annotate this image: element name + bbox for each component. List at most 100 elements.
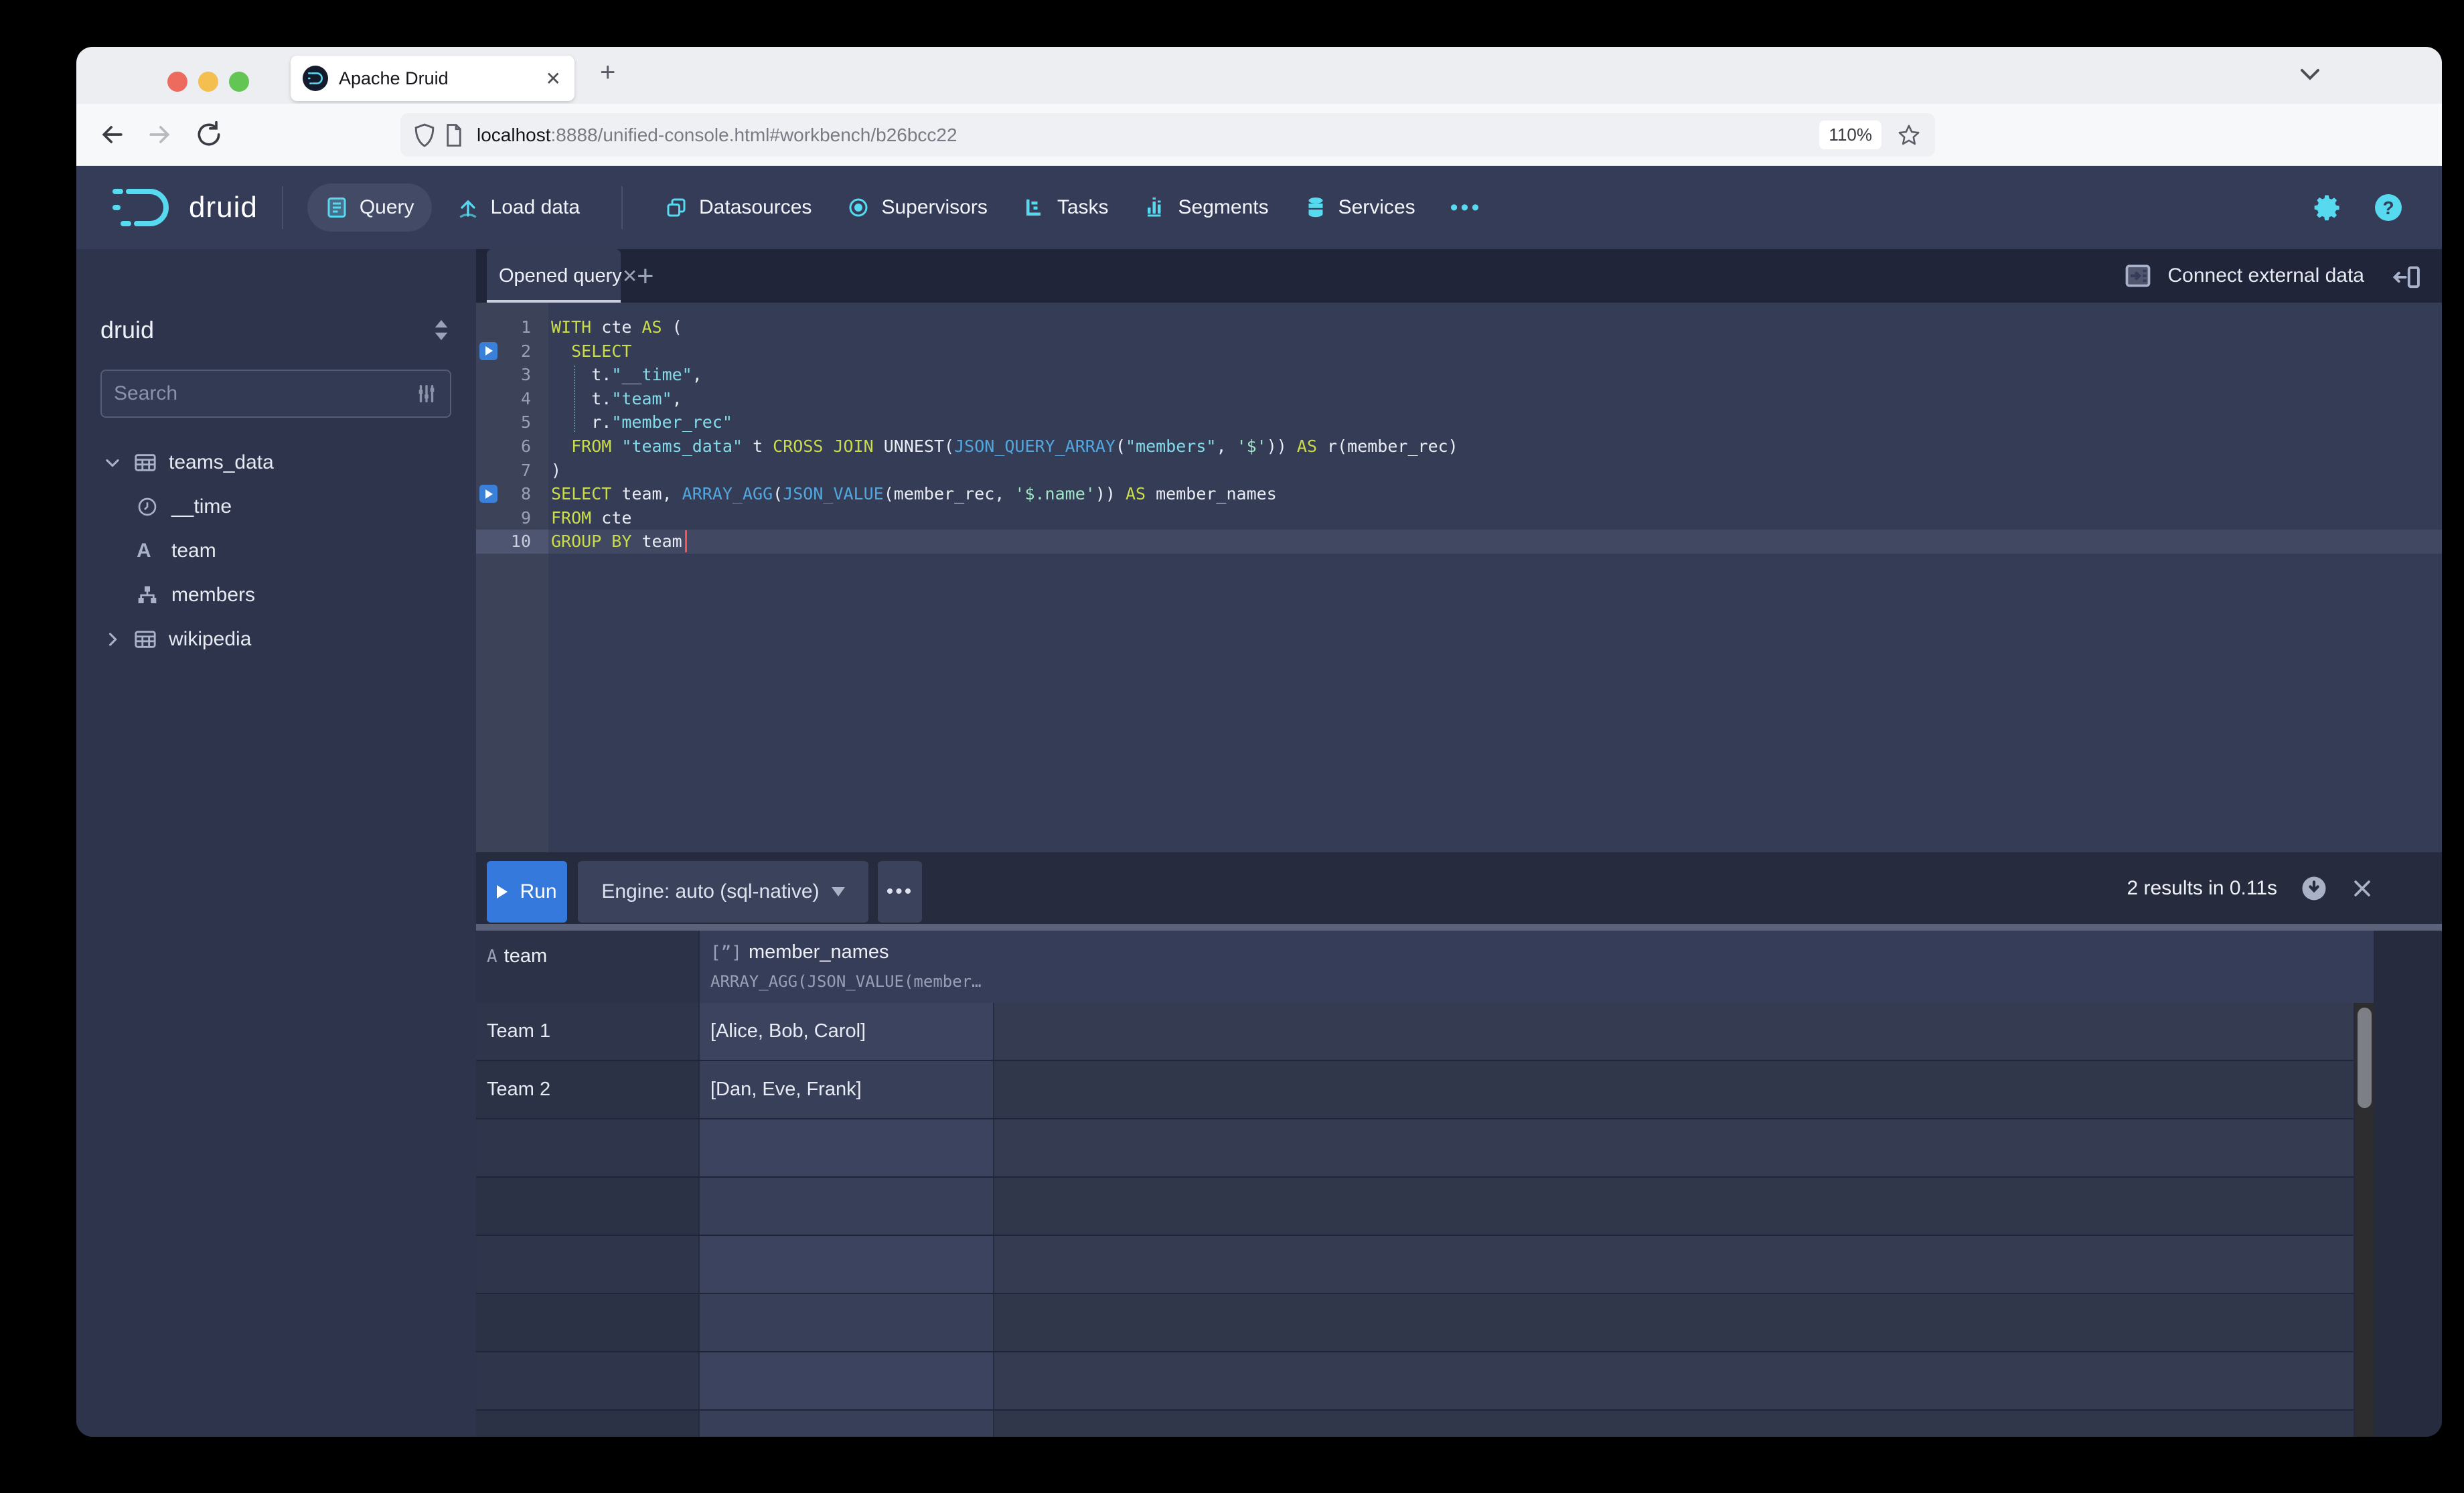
- code-line-10[interactable]: GROUP BY team: [548, 530, 2442, 554]
- nav-item-supervisors[interactable]: Supervisors: [829, 183, 1004, 232]
- column-header-member-names[interactable]: [”] member_names ARRAY_AGG(JSON_VALUE(me…: [700, 931, 994, 1003]
- query-more-button[interactable]: •••: [878, 861, 922, 923]
- results-scrollbar[interactable]: [2356, 1003, 2374, 1437]
- nav-item-segments[interactable]: Segments: [1126, 183, 1286, 232]
- empty-row: [476, 1236, 2354, 1294]
- help-icon[interactable]: ?: [2372, 191, 2404, 224]
- line-number-10: 10: [476, 530, 548, 554]
- zoom-level-badge[interactable]: 110%: [1819, 121, 1881, 149]
- string-type-icon: A: [487, 946, 497, 967]
- code-line-2[interactable]: SELECT: [548, 339, 2442, 364]
- tab-close-icon[interactable]: ✕: [546, 68, 561, 90]
- schema-title: druid: [100, 316, 155, 343]
- traffic-zoom-button[interactable]: [229, 72, 249, 92]
- pane-splitter-handle[interactable]: [476, 924, 2442, 931]
- tree-item-wikipedia[interactable]: wikipedia: [76, 617, 476, 661]
- url-text[interactable]: localhost:8888/unified-console.html#work…: [477, 125, 957, 146]
- result-row-2: Team 2 [Dan, Eve, Frank]: [476, 1061, 2354, 1119]
- text-cursor: [684, 530, 687, 553]
- page-info-icon[interactable]: [445, 123, 463, 147]
- line-number-5: 5: [520, 412, 531, 433]
- browser-window: Apache Druid ✕ + localhost:8888/unified-…: [76, 47, 2442, 1437]
- code-line-7[interactable]: ): [548, 459, 2442, 483]
- run-fragment-play-button[interactable]: [479, 485, 497, 503]
- code-line-3[interactable]: t."__time",: [548, 363, 2442, 387]
- collapse-panel-icon[interactable]: [2392, 262, 2423, 292]
- workbench-main: Opened query ✕ + Connect external data 1…: [476, 249, 2442, 1437]
- run-button[interactable]: Run: [487, 861, 567, 923]
- tree-item-__time[interactable]: __time: [76, 485, 476, 529]
- app-content: druid Search teams_data __time Ateam member…: [76, 249, 2442, 1437]
- chevron-right-icon[interactable]: [103, 630, 134, 649]
- nav-item-services[interactable]: Services: [1286, 183, 1433, 232]
- cell-member-names[interactable]: [Dan, Eve, Frank]: [700, 1061, 994, 1118]
- run-fragment-play-button[interactable]: [479, 341, 497, 360]
- line-number-7: 7: [520, 460, 531, 480]
- settings-gear-icon[interactable]: [2312, 193, 2341, 222]
- chevron-down-icon[interactable]: [103, 453, 134, 472]
- sort-double-caret-icon[interactable]: [431, 319, 451, 341]
- result-row-1: Team 1 [Alice, Bob, Carol]: [476, 1003, 2354, 1061]
- code-line-8[interactable]: SELECT team, ARRAY_AGG(JSON_VALUE(member…: [548, 482, 2442, 506]
- line-number-6: 6: [520, 437, 531, 456]
- tree-item-teams_data[interactable]: teams_data: [76, 441, 476, 485]
- nav-item-tasks[interactable]: Tasks: [1005, 183, 1126, 232]
- empty-row: [476, 1178, 2354, 1236]
- query-tab-opened-query[interactable]: Opened query ✕: [487, 249, 637, 303]
- code-line-1[interactable]: WITH cte AS (: [548, 315, 2442, 339]
- datasource-tree: teams_data __time Ateam members wikipedia: [76, 441, 476, 661]
- tree-item-members[interactable]: members: [76, 573, 476, 617]
- chevron-down-icon: [831, 887, 845, 896]
- traffic-close-button[interactable]: [167, 72, 187, 92]
- cell-member-names: [700, 1411, 994, 1437]
- list-tabs-chevron-icon[interactable]: [2298, 66, 2322, 83]
- cell-team: [476, 1352, 700, 1409]
- filter-sliders-icon[interactable]: [415, 382, 438, 405]
- back-button[interactable]: [98, 120, 127, 149]
- code-line-5[interactable]: r."member_rec": [548, 410, 2442, 435]
- cell-member-names: [700, 1178, 994, 1235]
- nested-icon: [137, 584, 171, 606]
- table-icon: [134, 629, 169, 649]
- empty-row: [476, 1411, 2354, 1437]
- sql-editor[interactable]: 1 WITH cte AS (2 SELECT 3 t."__time", 4 t."…: [476, 303, 2442, 852]
- connect-external-data-button[interactable]: Connect external data: [2123, 249, 2364, 303]
- nav-divider: [621, 186, 623, 229]
- new-query-tab-button[interactable]: +: [637, 260, 654, 293]
- forward-button[interactable]: [145, 120, 174, 149]
- download-icon[interactable]: [2300, 874, 2328, 902]
- traffic-minimize-button[interactable]: [198, 72, 218, 92]
- query-tab-close-icon[interactable]: ✕: [622, 265, 637, 287]
- cell-member-names[interactable]: [Alice, Bob, Carol]: [700, 1003, 994, 1060]
- shield-icon[interactable]: [414, 123, 435, 147]
- result-status: 2 results in 0.11s: [2127, 876, 2277, 899]
- tree-item-team[interactable]: Ateam: [76, 529, 476, 573]
- druid-favicon-icon: [303, 66, 328, 91]
- search-input[interactable]: Search: [100, 370, 451, 418]
- engine-select[interactable]: Engine: auto (sql-native): [578, 861, 868, 923]
- cell-team[interactable]: Team 1: [476, 1003, 700, 1060]
- string-icon: A: [137, 540, 151, 562]
- empty-row: [476, 1352, 2354, 1411]
- cell-team[interactable]: Team 2: [476, 1061, 700, 1118]
- url-bar[interactable]: localhost:8888/unified-console.html#work…: [400, 113, 1935, 157]
- nav-more-button[interactable]: •••: [1433, 183, 1500, 233]
- code-line-6[interactable]: FROM "teams_data" t CROSS JOIN UNNEST(JS…: [548, 435, 2442, 459]
- browser-tab-apache-druid[interactable]: Apache Druid ✕: [291, 56, 574, 101]
- nav-item-load-data[interactable]: Load data: [439, 183, 597, 232]
- line-number-9: 9: [520, 507, 531, 528]
- nav-item-query[interactable]: Query: [307, 183, 432, 232]
- cell-team: [476, 1294, 700, 1351]
- cell-team: [476, 1119, 700, 1176]
- reload-button[interactable]: [194, 120, 224, 149]
- code-line-9[interactable]: FROM cte: [548, 506, 2442, 530]
- new-tab-button[interactable]: +: [600, 59, 615, 86]
- nav-item-datasources[interactable]: Datasources: [647, 183, 829, 232]
- query-tabstrip: Opened query ✕ + Connect external data: [476, 249, 2442, 303]
- line-number-3: 3: [520, 365, 531, 385]
- bookmark-star-icon[interactable]: [1898, 124, 1920, 147]
- close-results-icon[interactable]: [2351, 877, 2374, 900]
- column-header-team[interactable]: A team: [476, 931, 700, 1003]
- results-scrollbar-thumb[interactable]: [2358, 1008, 2372, 1108]
- code-line-4[interactable]: t."team",: [548, 387, 2442, 411]
